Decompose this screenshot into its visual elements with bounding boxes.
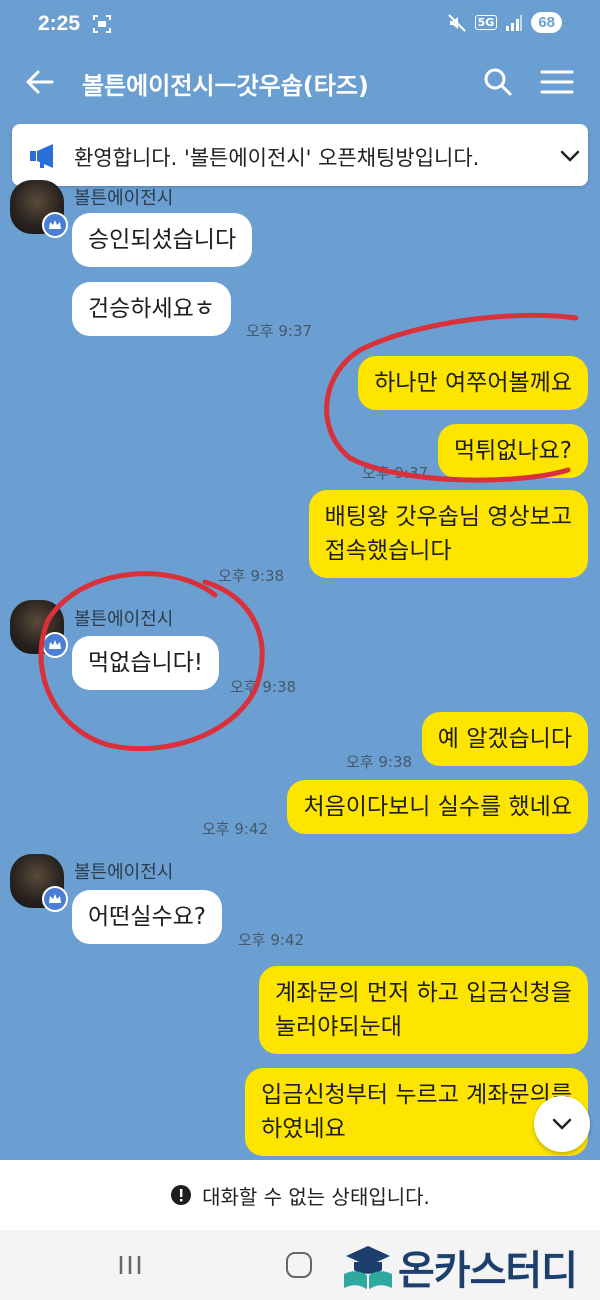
- disabled-text: 대화할 수 없는 상태입니다.: [202, 1184, 430, 1209]
- message-bubble[interactable]: 먹튀없나요?: [437, 424, 588, 478]
- sender-name: 볼튼에이전시: [74, 862, 174, 883]
- message-text: 어떤실수요?: [88, 904, 207, 930]
- chevron-down-icon[interactable]: [558, 144, 582, 168]
- message-bubble[interactable]: 예 알겠습니다: [421, 712, 588, 766]
- message-text: 하나만 여쭈어볼께요: [374, 370, 572, 396]
- scroll-to-bottom-button[interactable]: [534, 1096, 590, 1152]
- message-text: 예 알겠습니다: [437, 726, 572, 752]
- timestamp: 오후 9:38: [230, 678, 297, 696]
- message-bubble[interactable]: 건승하세요ㅎ: [72, 282, 231, 336]
- search-icon[interactable]: [482, 66, 514, 98]
- status-bar: 2:25 5G 68: [0, 0, 600, 52]
- avatar[interactable]: [10, 180, 68, 238]
- watermark-logo: 온카스터디: [340, 1234, 594, 1294]
- timestamp: 오후 9:38: [346, 753, 413, 771]
- sender-name: 볼튼에이전시: [74, 609, 174, 630]
- message-text-line: 접속했습니다: [324, 538, 452, 564]
- message-bubble[interactable]: 배팅왕 갓우솝님 영상보고 접속했습니다: [308, 490, 588, 578]
- back-arrow-icon[interactable]: [24, 66, 56, 98]
- sender-name: 볼튼에이전시: [74, 188, 174, 209]
- status-icons: 5G 68: [447, 12, 562, 33]
- chat-title: 볼튼에이전시ㅡ갓우솝(타즈): [82, 72, 369, 100]
- avatar[interactable]: [10, 600, 68, 658]
- message-bubble[interactable]: 승인되셨습니다: [72, 213, 253, 267]
- notice-banner[interactable]: 환영합니다. '볼튼에이전시' 오픈채팅방입니다.: [12, 124, 588, 186]
- notice-text: 환영합니다. '볼튼에이전시' 오픈채팅방입니다.: [74, 146, 480, 170]
- message-text: 건승하세요ㅎ: [88, 296, 215, 322]
- clock: 2:25: [38, 12, 81, 35]
- chevron-down-icon: [552, 1118, 572, 1130]
- mute-icon: [447, 13, 466, 32]
- screenshot-icon: [93, 15, 111, 33]
- message-text-line: 하였네요: [261, 1116, 346, 1142]
- chat-disabled-bar: 대화할 수 없는 상태입니다.: [0, 1160, 600, 1230]
- recent-apps-icon[interactable]: [118, 1254, 142, 1276]
- graduation-book-icon: [344, 1246, 392, 1290]
- message-text: 승인되셨습니다: [88, 227, 237, 253]
- avatar[interactable]: [10, 854, 68, 912]
- message-text: 먹튀없나요?: [453, 438, 572, 464]
- hamburger-menu-icon[interactable]: [540, 66, 574, 98]
- message-text-line: 배팅왕 갓우솝님 영상보고: [324, 504, 572, 530]
- timestamp: 오후 9:42: [238, 931, 305, 949]
- message-bubble[interactable]: 하나만 여쭈어볼께요: [358, 356, 588, 410]
- chat-header: 볼튼에이전시ㅡ갓우솝(타즈): [0, 52, 600, 112]
- timestamp: 오후 9:37: [362, 464, 429, 482]
- home-button[interactable]: [286, 1252, 312, 1278]
- megaphone-icon: [30, 144, 53, 168]
- message-text-line: 계좌문의 먼저 하고 입금신청을: [274, 980, 572, 1006]
- message-text-line: 눌러야되눈대: [274, 1014, 402, 1040]
- message-bubble[interactable]: 어떤실수요?: [72, 890, 223, 944]
- signal-icon: [506, 14, 523, 31]
- timestamp: 오후 9:37: [246, 322, 313, 340]
- watermark-text: 온카스터디: [398, 1248, 578, 1294]
- timestamp: 오후 9:42: [202, 820, 269, 838]
- admin-crown-icon: [42, 886, 68, 912]
- message-text: 먹없습니다!: [88, 650, 204, 676]
- message-text: 처음이다보니 실수를 했네요: [303, 794, 572, 820]
- message-bubble[interactable]: 먹없습니다!: [72, 636, 220, 690]
- battery-indicator: 68: [531, 12, 562, 33]
- network-label: 5G: [474, 15, 498, 30]
- admin-crown-icon: [42, 212, 68, 238]
- message-bubble[interactable]: 계좌문의 먼저 하고 입금신청을 눌러야되눈대: [258, 966, 588, 1054]
- message-text-line: 입금신청부터 누르고 계좌문의를: [261, 1082, 572, 1108]
- admin-crown-icon: [42, 632, 68, 658]
- message-bubble[interactable]: 처음이다보니 실수를 했네요: [287, 780, 588, 834]
- exclamation-circle-icon: [171, 1185, 192, 1205]
- timestamp: 오후 9:38: [218, 567, 285, 585]
